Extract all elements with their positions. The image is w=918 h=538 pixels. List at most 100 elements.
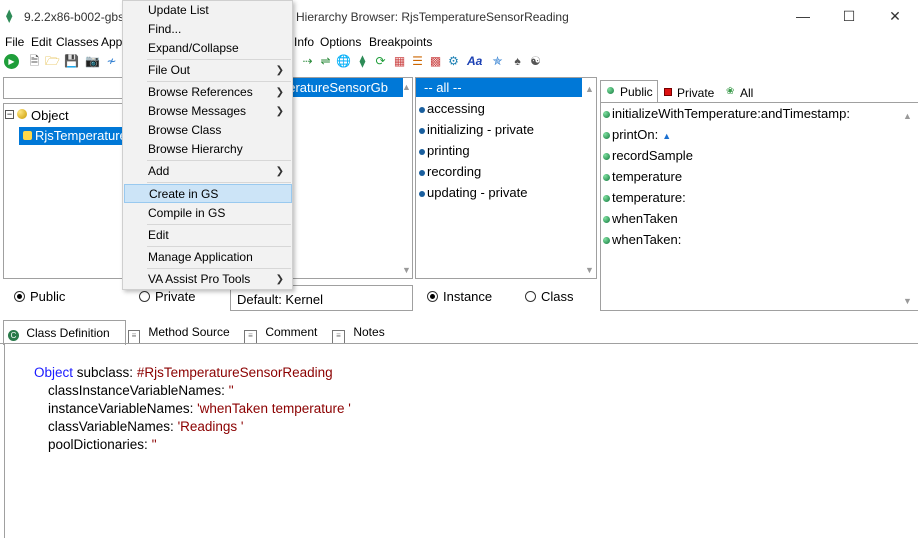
scroll-down-icon[interactable]: ▼ bbox=[585, 265, 594, 275]
menu-options[interactable]: Options bbox=[320, 35, 361, 49]
method-item[interactable]: printOn: ▲ bbox=[603, 127, 671, 142]
refresh-icon[interactable]: ⟳ bbox=[373, 54, 388, 69]
category-label: updating - private bbox=[427, 185, 528, 200]
method-item[interactable]: recordSample bbox=[603, 148, 693, 163]
category-item[interactable]: printing bbox=[419, 143, 470, 158]
menu-item-browse-references[interactable]: Browse References ❯ bbox=[124, 83, 292, 102]
category-item[interactable]: accessing bbox=[419, 101, 485, 116]
class-filter-bar[interactable] bbox=[3, 77, 123, 99]
public-method-icon bbox=[603, 132, 610, 140]
class-tree-pane[interactable]: − Object RjsTemperatureSensorReading bbox=[3, 103, 216, 279]
scroll-up-icon[interactable]: ▲ bbox=[402, 82, 411, 92]
menu-item-label: Update List bbox=[148, 3, 209, 17]
categories-pane[interactable]: -- all -- accessing initializing - priva… bbox=[415, 77, 597, 279]
radio-unselected-icon bbox=[525, 291, 536, 302]
font-icon[interactable]: Aa bbox=[467, 54, 482, 69]
menu-item-add[interactable]: Add ❯ bbox=[124, 162, 292, 181]
maximize-button[interactable]: ☐ bbox=[826, 0, 872, 33]
default-application-label: Default: Kernel bbox=[237, 292, 323, 307]
menu-item-find[interactable]: Find... bbox=[124, 20, 292, 39]
category-all: -- all -- bbox=[424, 80, 462, 95]
link-chain-icon[interactable]: ⇌ bbox=[318, 54, 333, 69]
menu-item-browse-hierarchy[interactable]: Browse Hierarchy bbox=[124, 140, 292, 159]
menu-item-browse-class[interactable]: Browse Class bbox=[124, 121, 292, 140]
scroll-up-icon[interactable]: ▲ bbox=[903, 111, 912, 121]
submenu-arrow-icon: ❯ bbox=[275, 106, 284, 117]
category-item[interactable]: initializing - private bbox=[419, 122, 534, 137]
menu-classes[interactable]: Classes bbox=[56, 35, 99, 49]
link-icon[interactable]: ⇢ bbox=[300, 54, 315, 69]
menu-item-label: Browse References bbox=[148, 85, 253, 99]
tab-method-source[interactable]: ≡ Method Source bbox=[124, 320, 238, 344]
minimize-button[interactable]: — bbox=[780, 0, 826, 33]
menu-item-update-list[interactable]: Update List bbox=[124, 1, 292, 20]
tab-comment[interactable]: ≡ Comment bbox=[240, 320, 328, 344]
application-selected-label: peratureSensorGb bbox=[281, 80, 388, 95]
scroll-down-icon[interactable]: ▼ bbox=[402, 265, 411, 275]
method-label: initializeWithTemperature:andTimestamp: bbox=[612, 106, 850, 121]
method-item[interactable]: whenTaken: bbox=[603, 232, 681, 247]
menu-item-va-assist-pro-tools[interactable]: VA Assist Pro Tools ❯ bbox=[124, 270, 292, 289]
list-icon[interactable]: ☰ bbox=[410, 54, 425, 69]
objects-icon[interactable]: ♠ bbox=[510, 54, 525, 69]
radio-instance[interactable]: Instance bbox=[427, 289, 492, 304]
string-literal: 'whenTaken temperature ' bbox=[197, 401, 351, 416]
category-item[interactable]: updating - private bbox=[419, 185, 527, 200]
menu-breakpoints[interactable]: Breakpoints bbox=[369, 35, 432, 49]
menu-file[interactable]: File bbox=[5, 35, 24, 49]
class-definition-editor[interactable]: Object subclass: #RjsTemperatureSensorRe… bbox=[4, 344, 914, 538]
network-icon[interactable]: ☯ bbox=[528, 54, 543, 69]
menu-item-label: Manage Application bbox=[148, 250, 253, 264]
scroll-up-icon[interactable]: ▲ bbox=[585, 84, 594, 94]
method-item[interactable]: temperature: bbox=[603, 190, 686, 205]
tab-notes[interactable]: ≡ Notes bbox=[328, 320, 392, 344]
menu-item-browse-messages[interactable]: Browse Messages ❯ bbox=[124, 102, 292, 121]
gear-icon[interactable]: ⚙ bbox=[446, 54, 461, 69]
radio-private[interactable]: Private bbox=[139, 289, 195, 304]
menu-app[interactable]: App bbox=[101, 35, 122, 49]
menu-item-file-out[interactable]: File Out ❯ bbox=[124, 61, 292, 80]
close-button[interactable]: ✕ bbox=[872, 0, 918, 33]
method-item[interactable]: initializeWithTemperature:andTimestamp: bbox=[603, 106, 850, 121]
radio-class[interactable]: Class bbox=[525, 289, 574, 304]
menu-item-expand-collapse[interactable]: Expand/Collapse bbox=[124, 39, 292, 58]
tab-class-definition[interactable]: C Class Definition bbox=[3, 320, 126, 345]
save-icon[interactable]: 💾 bbox=[64, 54, 79, 69]
collapse-icon[interactable]: − bbox=[5, 110, 14, 119]
menu-item-label: Find... bbox=[148, 22, 182, 36]
run-icon[interactable]: ▶ bbox=[4, 54, 19, 69]
blocks-icon[interactable]: ▩ bbox=[428, 54, 443, 69]
tree-item-object[interactable]: Object bbox=[31, 108, 69, 123]
menu-edit[interactable]: Edit bbox=[31, 35, 52, 49]
category-item[interactable]: recording bbox=[419, 164, 481, 179]
scroll-down-icon[interactable]: ▼ bbox=[903, 296, 912, 306]
menu-separator bbox=[147, 59, 291, 60]
category-label: printing bbox=[427, 143, 470, 158]
methods-pane[interactable]: initializeWithTemperature:andTimestamp: … bbox=[600, 102, 918, 311]
menu-item-label: Browse Messages bbox=[148, 104, 247, 118]
method-item[interactable]: temperature bbox=[603, 169, 682, 184]
menu-item-edit[interactable]: Edit bbox=[124, 226, 292, 245]
menu-item-create-in-gs[interactable]: Create in GS bbox=[124, 184, 292, 203]
paint-icon[interactable]: ✯ bbox=[490, 54, 505, 69]
new-file-icon[interactable]: 🗎 bbox=[27, 54, 42, 69]
method-item[interactable]: whenTaken bbox=[603, 211, 678, 226]
category-all-row[interactable]: -- all -- bbox=[416, 78, 582, 97]
tree-item-selected[interactable]: RjsTemperatureSensorReading bbox=[19, 127, 216, 145]
tab-public[interactable]: Public bbox=[600, 80, 658, 102]
grid-icon[interactable]: ▦ bbox=[392, 54, 407, 69]
menu-item-compile-in-gs[interactable]: Compile in GS bbox=[124, 204, 292, 223]
method-label: recordSample bbox=[612, 148, 693, 163]
tree-icon[interactable]: ⧫ bbox=[355, 54, 370, 69]
definition-line-2: classInstanceVariableNames: '' bbox=[48, 382, 234, 400]
hierarchy-icon[interactable]: ≁ bbox=[104, 54, 119, 69]
tab-private[interactable]: Private bbox=[677, 86, 714, 100]
menu-item-manage-application[interactable]: Manage Application bbox=[124, 248, 292, 267]
camera-icon[interactable]: 📷 bbox=[85, 54, 100, 69]
menu-info[interactable]: Info bbox=[294, 35, 314, 49]
globe-icon[interactable]: 🌐 bbox=[336, 54, 351, 69]
radio-public[interactable]: Public bbox=[14, 289, 65, 304]
open-folder-icon[interactable]: 🗁 bbox=[45, 54, 60, 69]
keyword: poolDictionaries: bbox=[48, 437, 152, 452]
tab-all[interactable]: All bbox=[740, 86, 753, 100]
